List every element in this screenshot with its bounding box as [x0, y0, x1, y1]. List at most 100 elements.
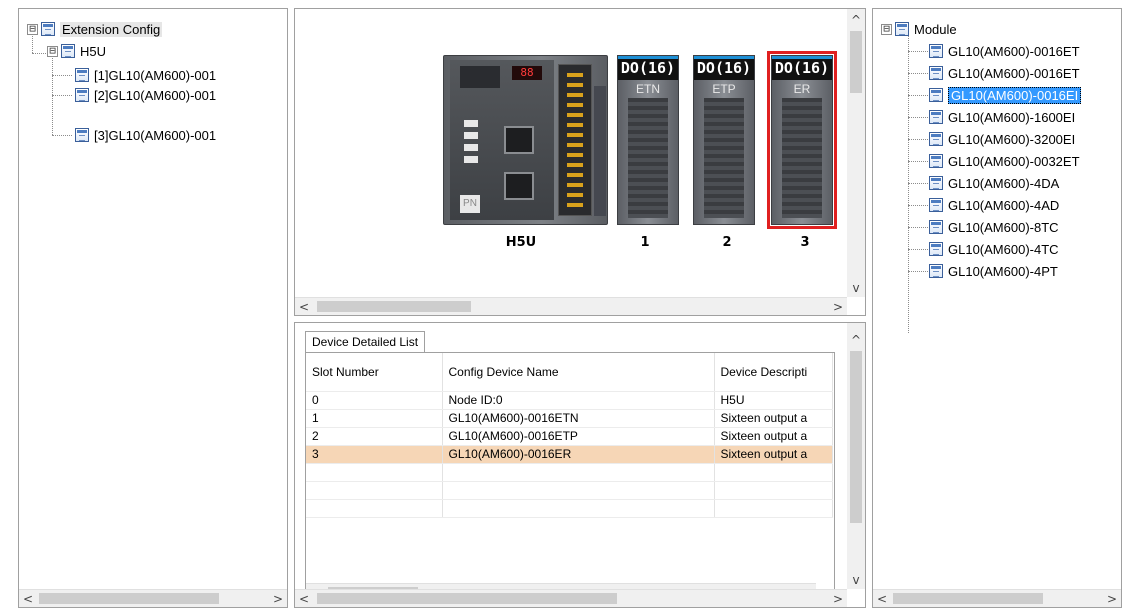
- module-terminals: [704, 98, 744, 218]
- module-library-item[interactable]: GL10(AM600)-0032ET: [929, 151, 1080, 171]
- tree-label: [2]GL10(AM600)-001: [94, 87, 217, 103]
- io-module-slot-2[interactable]: DO(16) ETP: [693, 55, 755, 225]
- module-type-label: ER: [793, 82, 811, 96]
- module-library-item[interactable]: GL10(AM600)-0016ET: [929, 63, 1080, 83]
- module-type-label: ETN: [636, 82, 660, 96]
- module-library-item[interactable]: GL10(AM600)-0016EI: [929, 85, 1082, 105]
- scrollbar-thumb[interactable]: [893, 593, 1043, 604]
- cell-slot: 2: [306, 427, 443, 446]
- module-node-icon: [929, 154, 943, 168]
- scroll-up-icon[interactable]: ^: [847, 11, 865, 29]
- scroll-left-icon[interactable]: <: [19, 590, 37, 607]
- tree-node-module-3[interactable]: [3]GL10(AM600)-001: [75, 125, 216, 145]
- tree-label: GL10(AM600)-4TC: [948, 241, 1059, 257]
- tree-node-module-1[interactable]: [1]GL10(AM600)-001: [75, 65, 216, 85]
- config-node-icon: [41, 22, 55, 36]
- device-list-panel: Device Detailed List Slot Number Config …: [294, 322, 866, 608]
- hardware-rack: 88 PN DO(16) ETN DO(16) ETP DO(16) ER H5…: [295, 9, 847, 297]
- empty-row: [306, 481, 833, 500]
- scroll-left-icon[interactable]: <: [295, 298, 313, 315]
- scroll-left-icon[interactable]: <: [873, 590, 891, 607]
- collapse-icon[interactable]: ⊟: [47, 45, 58, 57]
- table-row[interactable]: 1 GL10(AM600)-0016ETN Sixteen output a: [306, 409, 833, 428]
- status-led-strip: [460, 66, 500, 88]
- scroll-down-icon[interactable]: v: [847, 571, 865, 589]
- cpu-label: H5U: [505, 235, 537, 250]
- module-library-item[interactable]: GL10(AM600)-4DA: [929, 173, 1059, 193]
- module-node-icon: [929, 220, 943, 234]
- tab-device-detailed-list[interactable]: Device Detailed List: [305, 331, 426, 353]
- tree-node-module-2[interactable]: [2]GL10(AM600)-001: [75, 85, 216, 105]
- column-header-description[interactable]: Device Descripti: [714, 353, 833, 392]
- module-library-item[interactable]: GL10(AM600)-3200EI: [929, 129, 1075, 149]
- scrollbar-thumb[interactable]: [317, 593, 617, 604]
- horizontal-scrollbar[interactable]: < >: [873, 589, 1121, 607]
- module-terminals: [782, 98, 822, 218]
- module-node-icon: [75, 128, 89, 142]
- tree-label: GL10(AM600)-0016ET: [948, 43, 1080, 59]
- scroll-up-icon[interactable]: ^: [847, 331, 865, 349]
- module-node-icon: [929, 110, 943, 124]
- cell-description: H5U: [714, 391, 833, 410]
- slot-number-label: 3: [800, 235, 810, 250]
- empty-row: [306, 499, 833, 518]
- tree-label: GL10(AM600)-0016ET: [948, 65, 1080, 81]
- scroll-right-icon[interactable]: >: [1103, 590, 1121, 607]
- collapse-icon[interactable]: ⊟: [27, 23, 38, 35]
- device-grid: Slot Number Config Device Name Device De…: [305, 352, 835, 602]
- scroll-down-icon[interactable]: v: [847, 279, 865, 297]
- tree-node-module-root[interactable]: ⊟ Module: [881, 19, 957, 39]
- vertical-scrollbar[interactable]: ^ v: [847, 323, 865, 589]
- io-module-slot-1[interactable]: DO(16) ETN: [617, 55, 679, 225]
- collapse-icon[interactable]: ⊟: [881, 23, 892, 35]
- module-node-icon: [75, 68, 89, 82]
- column-header-name[interactable]: Config Device Name: [442, 353, 715, 392]
- scrollbar-thumb[interactable]: [39, 593, 219, 604]
- cpu-7seg-display: 88: [512, 66, 542, 80]
- horizontal-scrollbar[interactable]: < >: [295, 297, 847, 315]
- horizontal-scrollbar[interactable]: < >: [295, 589, 847, 607]
- scroll-right-icon[interactable]: >: [829, 298, 847, 315]
- horizontal-scrollbar[interactable]: < >: [19, 589, 287, 607]
- scrollbar-thumb[interactable]: [317, 301, 471, 312]
- column-header-slot[interactable]: Slot Number: [306, 353, 443, 392]
- scrollbar-thumb[interactable]: [850, 31, 862, 93]
- vertical-scrollbar[interactable]: ^ v: [847, 9, 865, 297]
- scroll-right-icon[interactable]: >: [269, 590, 287, 607]
- cell-name: GL10(AM600)-0016ETN: [442, 409, 715, 428]
- cell-name: GL10(AM600)-0016ETP: [442, 427, 715, 446]
- pn-badge: PN: [460, 195, 480, 213]
- module-library-item[interactable]: GL10(AM600)-8TC: [929, 217, 1059, 237]
- module-header: DO(16): [618, 56, 678, 80]
- table-row[interactable]: 2 GL10(AM600)-0016ETP Sixteen output a: [306, 427, 833, 446]
- cell-slot: 1: [306, 409, 443, 428]
- cpu-module-h5u[interactable]: 88 PN: [443, 55, 608, 225]
- empty-row: [306, 463, 833, 482]
- tree-node-extension-config[interactable]: ⊟ Extension Config: [27, 19, 163, 39]
- module-library-item[interactable]: GL10(AM600)-0016ET: [929, 41, 1080, 61]
- tree-node-h5u[interactable]: ⊟ H5U: [47, 41, 106, 61]
- module-library-panel: ⊟ Module GL10(AM600)-0016ET GL10(AM600)-0…: [872, 8, 1122, 608]
- module-node-icon: [929, 44, 943, 58]
- module-node-icon: [929, 242, 943, 256]
- module-library-item[interactable]: GL10(AM600)-4PT: [929, 261, 1058, 281]
- module-node-icon: [929, 66, 943, 80]
- module-terminals: [628, 98, 668, 218]
- module-library-item[interactable]: GL10(AM600)-4AD: [929, 195, 1059, 215]
- module-library-item[interactable]: GL10(AM600)-4TC: [929, 239, 1059, 259]
- scrollbar-thumb[interactable]: [850, 351, 862, 523]
- module-library-item[interactable]: GL10(AM600)-1600EI: [929, 107, 1075, 127]
- cell-slot: 3: [306, 445, 443, 464]
- scroll-right-icon[interactable]: >: [829, 590, 847, 607]
- module-header: DO(16): [694, 56, 754, 80]
- table-row-selected[interactable]: 3 GL10(AM600)-0016ER Sixteen output a: [306, 445, 833, 464]
- tree-label: GL10(AM600)-8TC: [948, 219, 1059, 235]
- cpu-side-strip: [594, 86, 606, 216]
- cpu-terminal-block: [558, 64, 592, 216]
- tree-label: GL10(AM600)-4AD: [948, 197, 1060, 213]
- table-row[interactable]: 0 Node ID:0 H5U: [306, 391, 833, 410]
- scroll-left-icon[interactable]: <: [295, 590, 313, 607]
- module-node-icon: [929, 176, 943, 190]
- io-module-slot-3[interactable]: DO(16) ER: [767, 51, 837, 229]
- cell-name: GL10(AM600)-0016ER: [442, 445, 715, 464]
